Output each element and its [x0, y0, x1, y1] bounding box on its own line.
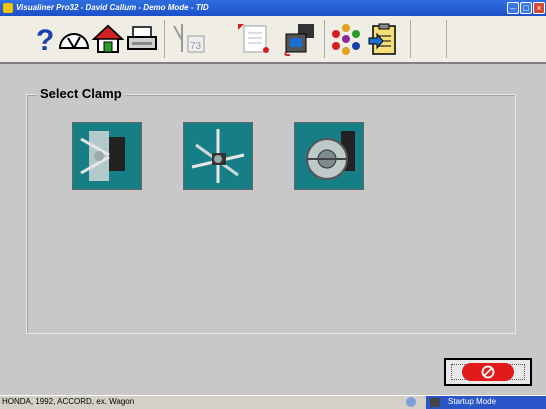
- status-bar: HONDA, 1992, ACCORD, ex. Wagon Startup M…: [0, 395, 546, 409]
- specs-icon: 73: [173, 24, 205, 53]
- clamp-type-1-icon: [75, 125, 139, 187]
- vehicle-info: HONDA, 1992, ACCORD, ex. Wagon: [2, 397, 135, 406]
- transfer-icon: [284, 24, 314, 56]
- cancel-button[interactable]: [444, 358, 532, 386]
- svg-text:?: ?: [36, 24, 54, 55]
- minimize-button[interactable]: –: [507, 2, 519, 14]
- svg-text:73: 73: [190, 41, 202, 52]
- toolbar-separator: [324, 20, 325, 58]
- app-icon: [3, 3, 13, 13]
- gauge-icon: [58, 33, 90, 49]
- clipboard-button[interactable]: [366, 20, 402, 58]
- toolbar-separator: [446, 20, 447, 58]
- clamp-option-2[interactable]: [183, 122, 253, 190]
- specs-button[interactable]: 73: [170, 20, 206, 58]
- clipboard-icon: [368, 23, 396, 55]
- mode-indicator: Startup Mode: [426, 396, 546, 409]
- clamp-option-3[interactable]: [294, 122, 364, 190]
- user-icon: [406, 397, 416, 407]
- close-button[interactable]: ×: [533, 2, 545, 14]
- network-button[interactable]: [328, 20, 364, 58]
- toolbar: ? 73: [0, 16, 546, 64]
- mode-label: Startup Mode: [448, 397, 497, 406]
- no-entry-icon: [481, 365, 495, 379]
- clamp-type-2-icon: [186, 125, 250, 187]
- printer-icon: [127, 26, 157, 50]
- home-icon: [92, 24, 124, 53]
- maximize-button[interactable]: □: [520, 2, 532, 14]
- window-title: Visualiner Pro32 - David Callum - Demo M…: [16, 3, 209, 12]
- network-icon: [332, 24, 360, 55]
- clamp-option-1[interactable]: [72, 122, 142, 190]
- window-title-bar[interactable]: Visualiner Pro32 - David Callum - Demo M…: [0, 0, 546, 16]
- gauge-button[interactable]: [56, 20, 92, 58]
- clamp-type-3-icon: [297, 125, 361, 187]
- monitor-icon: [430, 398, 440, 407]
- report-icon: [238, 24, 269, 53]
- transfer-button[interactable]: [282, 20, 318, 58]
- toolbar-separator: [410, 20, 411, 58]
- group-title: Select Clamp: [36, 86, 126, 101]
- toolbar-separator: [164, 20, 165, 58]
- cancel-pill: [462, 363, 514, 381]
- home-button[interactable]: [90, 20, 126, 58]
- print-button[interactable]: [124, 20, 160, 58]
- help-icon: ?: [36, 24, 54, 55]
- report-button[interactable]: [236, 20, 272, 58]
